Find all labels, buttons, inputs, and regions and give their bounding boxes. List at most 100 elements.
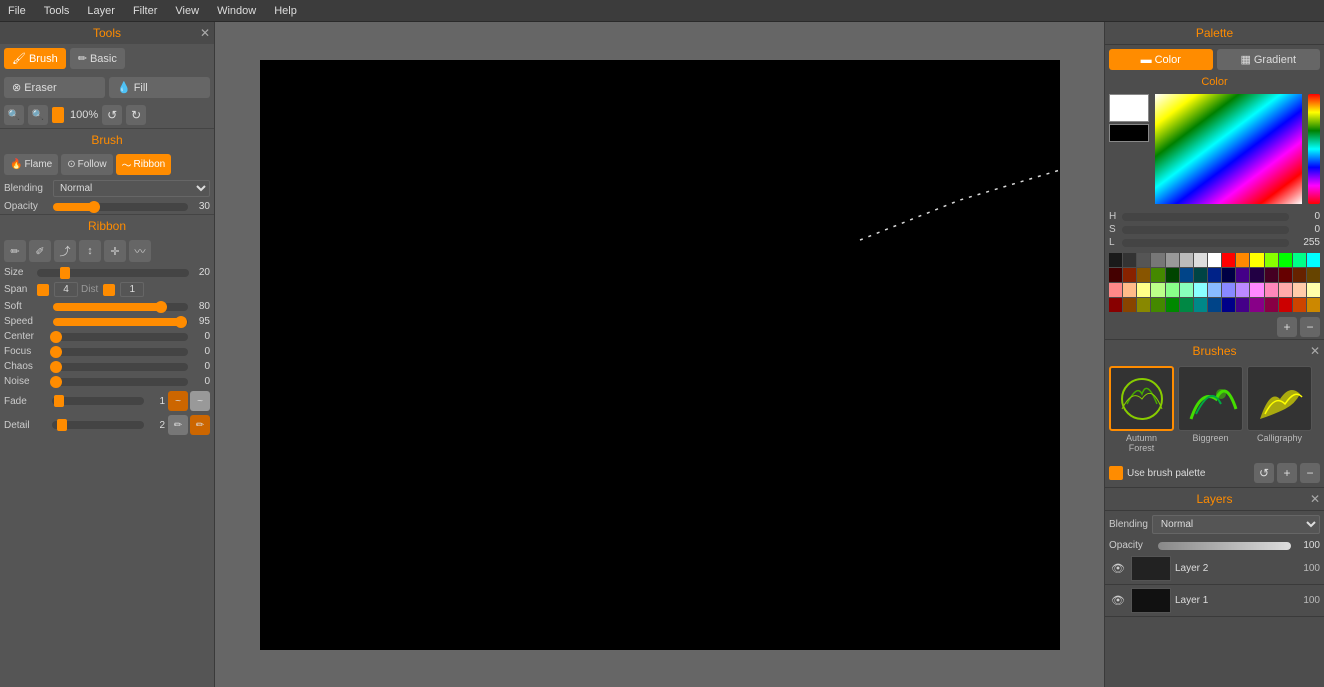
color-cell[interactable] (1208, 298, 1221, 312)
menu-file[interactable]: File (4, 3, 30, 19)
color-cell[interactable] (1307, 298, 1320, 312)
color-cell[interactable] (1109, 268, 1122, 282)
color-cell[interactable] (1109, 253, 1122, 267)
color-cell[interactable] (1137, 298, 1150, 312)
color-cell[interactable] (1293, 298, 1306, 312)
brush-thumb-autumn-forest[interactable] (1109, 366, 1174, 431)
color-cell[interactable] (1151, 283, 1164, 297)
color-cell[interactable] (1279, 298, 1292, 312)
color-cell[interactable] (1236, 253, 1249, 267)
brush-thumb-biggreen[interactable] (1178, 366, 1243, 431)
fade-slider[interactable] (52, 397, 144, 405)
color-cell[interactable] (1166, 298, 1179, 312)
h-slider[interactable] (1122, 213, 1289, 221)
ribbon-icon-5[interactable]: ✛ (104, 240, 126, 262)
color-cell[interactable] (1208, 268, 1221, 282)
color-cell[interactable] (1307, 253, 1320, 267)
color-cell[interactable] (1307, 268, 1320, 282)
color-cell[interactable] (1250, 253, 1263, 267)
zoom-fit-button[interactable]: ↻ (126, 105, 146, 125)
color-cell[interactable] (1222, 268, 1235, 282)
color-cell[interactable] (1208, 253, 1221, 267)
color-cell[interactable] (1180, 253, 1193, 267)
color-cell[interactable] (1222, 253, 1235, 267)
color-cell[interactable] (1236, 268, 1249, 282)
color-cell[interactable] (1250, 298, 1263, 312)
fill-button[interactable]: 💧 Fill (109, 77, 210, 98)
brush-thumb-calligraphy[interactable] (1247, 366, 1312, 431)
color-cell[interactable] (1293, 253, 1306, 267)
ribbon-icon-1[interactable]: ✏ (4, 240, 26, 262)
color-cell[interactable] (1279, 268, 1292, 282)
color-cell[interactable] (1180, 298, 1193, 312)
color-cell[interactable] (1265, 298, 1278, 312)
color-cell[interactable] (1265, 283, 1278, 297)
use-brush-palette-check[interactable] (1109, 466, 1123, 480)
background-swatch[interactable] (1109, 124, 1149, 142)
layers-blending-select[interactable]: Normal (1152, 515, 1320, 534)
color-cell[interactable] (1194, 253, 1207, 267)
soft-slider[interactable] (53, 303, 188, 311)
color-cell[interactable] (1123, 253, 1136, 267)
color-cell[interactable] (1137, 283, 1150, 297)
color-cell[interactable] (1265, 268, 1278, 282)
color-cell[interactable] (1279, 283, 1292, 297)
noise-slider[interactable] (53, 378, 188, 386)
color-cell[interactable] (1151, 268, 1164, 282)
blending-select[interactable]: Normal (53, 180, 210, 197)
focus-slider[interactable] (53, 348, 188, 356)
color-cell[interactable] (1166, 253, 1179, 267)
color-cell[interactable] (1180, 268, 1193, 282)
color-tab[interactable]: ▬ Color (1109, 49, 1213, 70)
layer-2-visibility[interactable]: 👁 (1109, 560, 1127, 578)
zoom-reset-button[interactable]: ↺ (102, 105, 122, 125)
color-picker[interactable] (1155, 94, 1302, 204)
palette-remove-button[interactable]: − (1300, 317, 1320, 337)
drawing-canvas[interactable] (260, 60, 1060, 650)
color-cell[interactable] (1293, 268, 1306, 282)
color-cell[interactable] (1137, 268, 1150, 282)
brush-button[interactable]: 🖌 Brush (4, 48, 66, 69)
tools-panel-close[interactable]: ✕ (200, 26, 210, 40)
l-slider[interactable] (1122, 239, 1289, 247)
ribbon-mode-button[interactable]: 〜 Ribbon (116, 154, 172, 175)
menu-layer[interactable]: Layer (83, 3, 119, 19)
follow-mode-button[interactable]: ⊙ Follow (61, 154, 112, 175)
basic-button[interactable]: ✏ Basic (70, 48, 125, 69)
dist-input[interactable] (120, 282, 144, 297)
brush-remove-button[interactable]: − (1300, 463, 1320, 483)
flame-mode-button[interactable]: 🔥 Flame (4, 154, 58, 175)
color-cell[interactable] (1151, 253, 1164, 267)
menu-view[interactable]: View (171, 3, 203, 19)
ribbon-icon-6[interactable]: 〰 (129, 240, 151, 262)
center-slider[interactable] (53, 333, 188, 341)
detail-slider[interactable] (52, 421, 144, 429)
color-cell[interactable] (1222, 298, 1235, 312)
color-cell[interactable] (1137, 253, 1150, 267)
ribbon-icon-3[interactable]: ⤴ (54, 240, 76, 262)
palette-add-button[interactable]: + (1277, 317, 1297, 337)
color-cell[interactable] (1194, 283, 1207, 297)
zoom-out-button[interactable]: 🔍 (4, 105, 24, 125)
hue-slider[interactable] (1308, 94, 1320, 204)
layer-1-visibility[interactable]: 👁 (1109, 592, 1127, 610)
gradient-tab[interactable]: ▦ Gradient (1217, 49, 1321, 70)
color-cell[interactable] (1123, 283, 1136, 297)
brush-refresh-button[interactable]: ↺ (1254, 463, 1274, 483)
layers-close[interactable]: ✕ (1310, 492, 1320, 506)
detail-icon-2[interactable]: ✏ (190, 415, 210, 435)
opacity-slider[interactable] (53, 203, 188, 211)
color-cell[interactable] (1279, 253, 1292, 267)
chaos-slider[interactable] (53, 363, 188, 371)
color-cell[interactable] (1293, 283, 1306, 297)
fade-icon-2[interactable]: ~ (190, 391, 210, 411)
foreground-swatch[interactable] (1109, 94, 1149, 122)
ribbon-icon-2[interactable]: ✐ (29, 240, 51, 262)
menu-filter[interactable]: Filter (129, 3, 161, 19)
color-cell[interactable] (1109, 283, 1122, 297)
color-cell[interactable] (1194, 268, 1207, 282)
color-cell[interactable] (1151, 298, 1164, 312)
s-slider[interactable] (1122, 226, 1289, 234)
color-cell[interactable] (1166, 268, 1179, 282)
zoom-in-button[interactable]: 🔍 (28, 105, 48, 125)
